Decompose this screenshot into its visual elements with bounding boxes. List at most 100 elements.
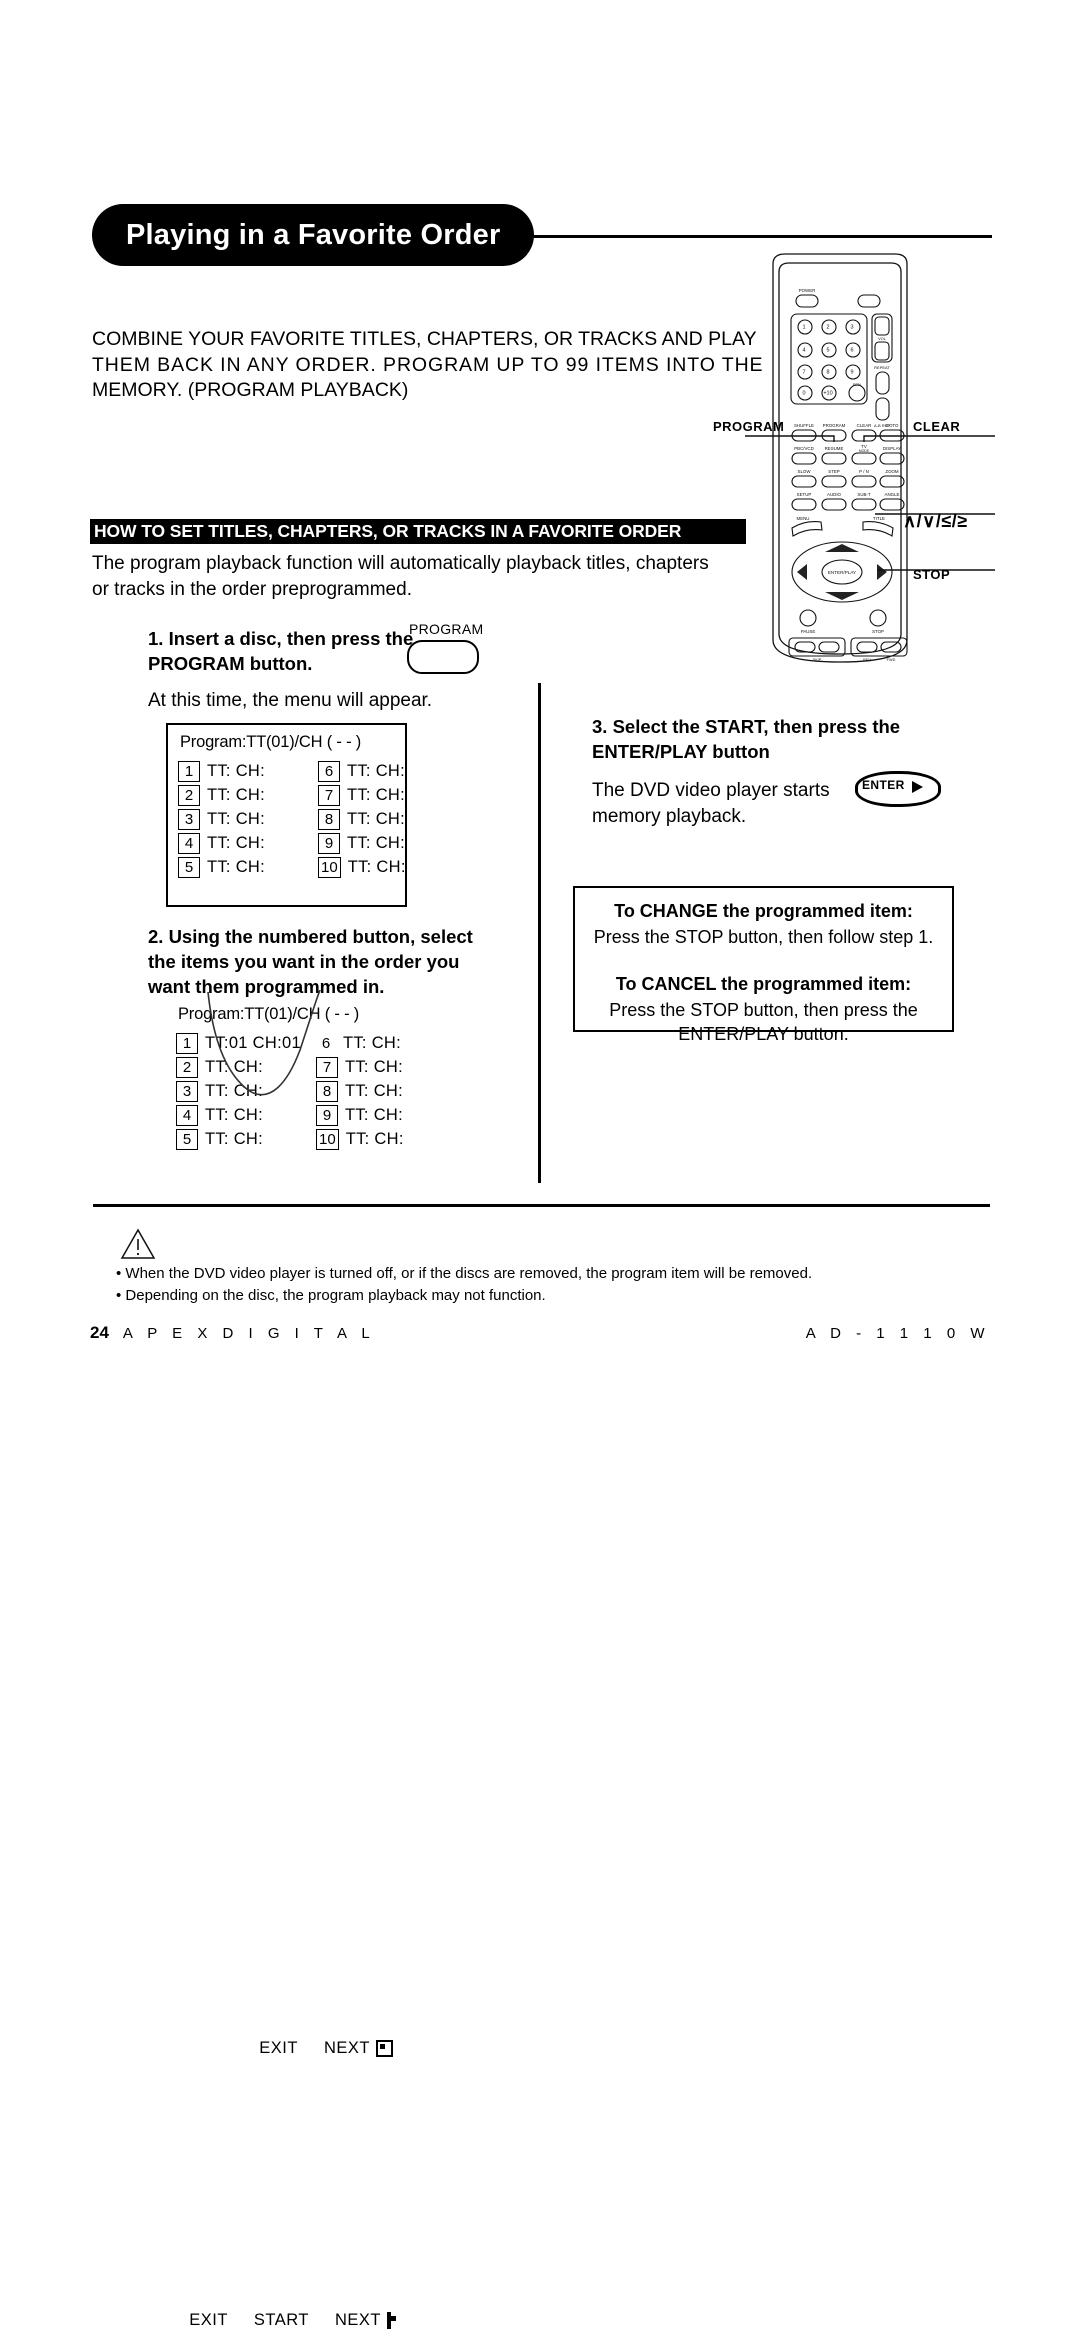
osd1-entry: 6 TT: CH:	[318, 760, 458, 782]
osd1-entry: 5 TT: CH:	[178, 856, 318, 878]
step-1-note: At this time, the menu will appear.	[148, 690, 433, 711]
step-2-text: 2. Using the numbered button, select the…	[148, 926, 473, 997]
svg-text:8: 8	[826, 370, 829, 376]
intro-paragraph: COMBINE YOUR FAVORITE TITLES, CHAPTERS, …	[92, 327, 764, 404]
manual-page: Playing in a Favorite Order COMBINE YOUR…	[0, 0, 1080, 2329]
step-1-text: 1. Insert a disc, then press the PROGRAM…	[148, 628, 414, 674]
svg-text:ANGLE: ANGLE	[885, 492, 900, 497]
step-3-note: The DVD video player starts memory playb…	[592, 780, 830, 827]
osd1-index: 1	[178, 760, 200, 782]
osd2-index: 9	[316, 1104, 338, 1126]
footer-brand: A P E X D I G I T A L	[122, 1325, 376, 1342]
osd1-entry: 4 TT: CH:	[178, 832, 318, 854]
osd2-rows: 1 TT:01 CH:01 6 TT: CH: 2 TT: CH: 7 TT: …	[176, 1031, 456, 1151]
osd1-title: Program:TT(01)/CH ( - - )	[180, 733, 362, 751]
svg-text:SLOW: SLOW	[798, 469, 812, 474]
osd1-value: TT: CH:	[207, 833, 266, 852]
osd2-index: 1	[176, 1032, 198, 1054]
osd2-row: 2 TT: CH: 7 TT: CH:	[176, 1055, 456, 1079]
callout-program: PROGRAM	[713, 419, 785, 434]
osd2-entry: 1 TT:01 CH:01	[176, 1032, 316, 1054]
osd2-entry: 2 TT: CH:	[176, 1056, 316, 1078]
osd1-entry: 2 TT: CH:	[178, 784, 318, 806]
svg-text:MENU: MENU	[797, 516, 810, 521]
callout-clear: CLEAR	[913, 419, 961, 434]
stop-square-icon	[376, 2039, 393, 2057]
program-button-graphic	[407, 640, 479, 674]
section-body-text: The program playback function will autom…	[92, 553, 709, 600]
play-triangle-icon	[912, 781, 923, 793]
svg-text:REV: REV	[863, 658, 871, 662]
svg-text:1: 1	[802, 325, 805, 331]
osd1-next-label: NEXT	[323, 2038, 370, 2057]
osd-program-menu-initial: Program:TT(01)/CH ( - - ) 1 TT: CH: 6 TT…	[166, 723, 407, 2057]
svg-text:5: 5	[826, 348, 829, 354]
svg-text:GOTO: GOTO	[886, 423, 899, 428]
osd1-index: 7	[318, 784, 340, 806]
osd2-index: 3	[176, 1080, 198, 1102]
tip-box: To CHANGE the programmed item: Press the…	[573, 886, 954, 1044]
osd2-entry: 9 TT: CH:	[316, 1104, 456, 1126]
program-button-label: PROGRAM	[409, 621, 484, 637]
footnote-1: • When the DVD video player is turned of…	[116, 1265, 813, 1282]
osd1-exit-label: EXIT	[259, 2038, 298, 2057]
osd2-index: 5	[176, 1128, 198, 1150]
svg-text:MODE: MODE	[859, 449, 870, 453]
osd1-index: 4	[178, 832, 200, 854]
osd1-row: 2 TT: CH: 7 TT: CH:	[178, 783, 458, 807]
warning-triangle-icon	[120, 1228, 156, 1259]
page-footer: 24 A P E X D I G I T A L A D - 1 1 1 0 W	[90, 1323, 990, 1343]
osd2-index: 7	[316, 1056, 338, 1078]
intro-line-2: THEM BACK IN ANY ORDER. PROGRAM UP TO 99…	[92, 353, 764, 376]
osd2-value: TT: CH:	[205, 1081, 264, 1100]
svg-text:PBC/VCD: PBC/VCD	[794, 446, 814, 451]
osd2-title: Program:TT(01)/CH ( - - )	[178, 1005, 360, 1023]
osd1-value: TT: CH:	[207, 761, 266, 780]
remote-control-illustration: POWER 1 2 3 4 5 6 7 8 9 0 +10 RTN VOL RE…	[745, 253, 995, 663]
osd1-index: 6	[318, 760, 340, 782]
osd2-value: TT: CH:	[343, 1033, 402, 1052]
bottom-rule	[93, 1204, 990, 1207]
intro-line-1: COMBINE YOUR FAVORITE TITLES, CHAPTERS, …	[92, 328, 757, 350]
osd2-index: 2	[176, 1056, 198, 1078]
osd1-entry: 7 TT: CH:	[318, 784, 458, 806]
osd2-entry: 3 TT: CH:	[176, 1080, 316, 1102]
osd1-value: TT: CH:	[347, 761, 406, 780]
osd2-entry: 6 TT: CH:	[316, 1033, 456, 1053]
osd2-value: TT: CH:	[345, 1105, 404, 1124]
osd2-index: 8	[316, 1080, 338, 1102]
osd1-value: TT: CH:	[347, 785, 406, 804]
osd2-entry: 5 TT: CH:	[176, 1128, 316, 1150]
footnotes: • When the DVD video player is turned of…	[116, 1263, 906, 1307]
osd1-value: TT: CH:	[347, 833, 406, 852]
svg-text:AUDIO: AUDIO	[827, 492, 841, 497]
svg-text:P / N: P / N	[859, 469, 869, 474]
svg-text:CLEAR: CLEAR	[857, 423, 872, 428]
osd2-row: 3 TT: CH: 8 TT: CH:	[176, 1079, 456, 1103]
osd1-entry: 8 TT: CH:	[318, 808, 458, 830]
osd1-index: 8	[318, 808, 340, 830]
svg-text:7: 7	[802, 370, 805, 376]
osd2-row: 5 TT: CH: 10 TT: CH:	[176, 1127, 456, 1151]
osd2-entry: 4 TT: CH:	[176, 1104, 316, 1126]
svg-text:ENTER/PLAY: ENTER/PLAY	[828, 570, 856, 575]
svg-text:4: 4	[802, 348, 805, 354]
osd-program-menu-filled: Program:TT(01)/CH ( - - ) 1 TT:01 CH:01 …	[166, 997, 403, 2329]
svg-text:ZOOM: ZOOM	[885, 469, 899, 474]
svg-text:PAUSE: PAUSE	[801, 629, 816, 634]
osd2-index: 4	[176, 1104, 198, 1126]
osd1-row: 5 TT: CH: 10 TT: CH:	[178, 855, 458, 879]
osd1-row: 3 TT: CH: 8 TT: CH:	[178, 807, 458, 831]
osd2-value: TT: CH:	[345, 1081, 404, 1100]
svg-text:SUB-T: SUB-T	[857, 492, 870, 497]
osd2-value: TT: CH:	[205, 1129, 264, 1148]
svg-text:+10: +10	[823, 391, 832, 397]
osd2-entry: 8 TT: CH:	[316, 1080, 456, 1102]
osd2-row: 1 TT:01 CH:01 6 TT: CH:	[176, 1031, 456, 1055]
svg-text:TITLE: TITLE	[873, 516, 885, 521]
osd1-row: 4 TT: CH: 9 TT: CH:	[178, 831, 458, 855]
remote-power-label: POWER	[799, 288, 816, 293]
osd1-index: 10	[318, 856, 341, 878]
callout-stop: STOP	[913, 567, 951, 582]
osd1-value: TT: CH:	[347, 809, 406, 828]
